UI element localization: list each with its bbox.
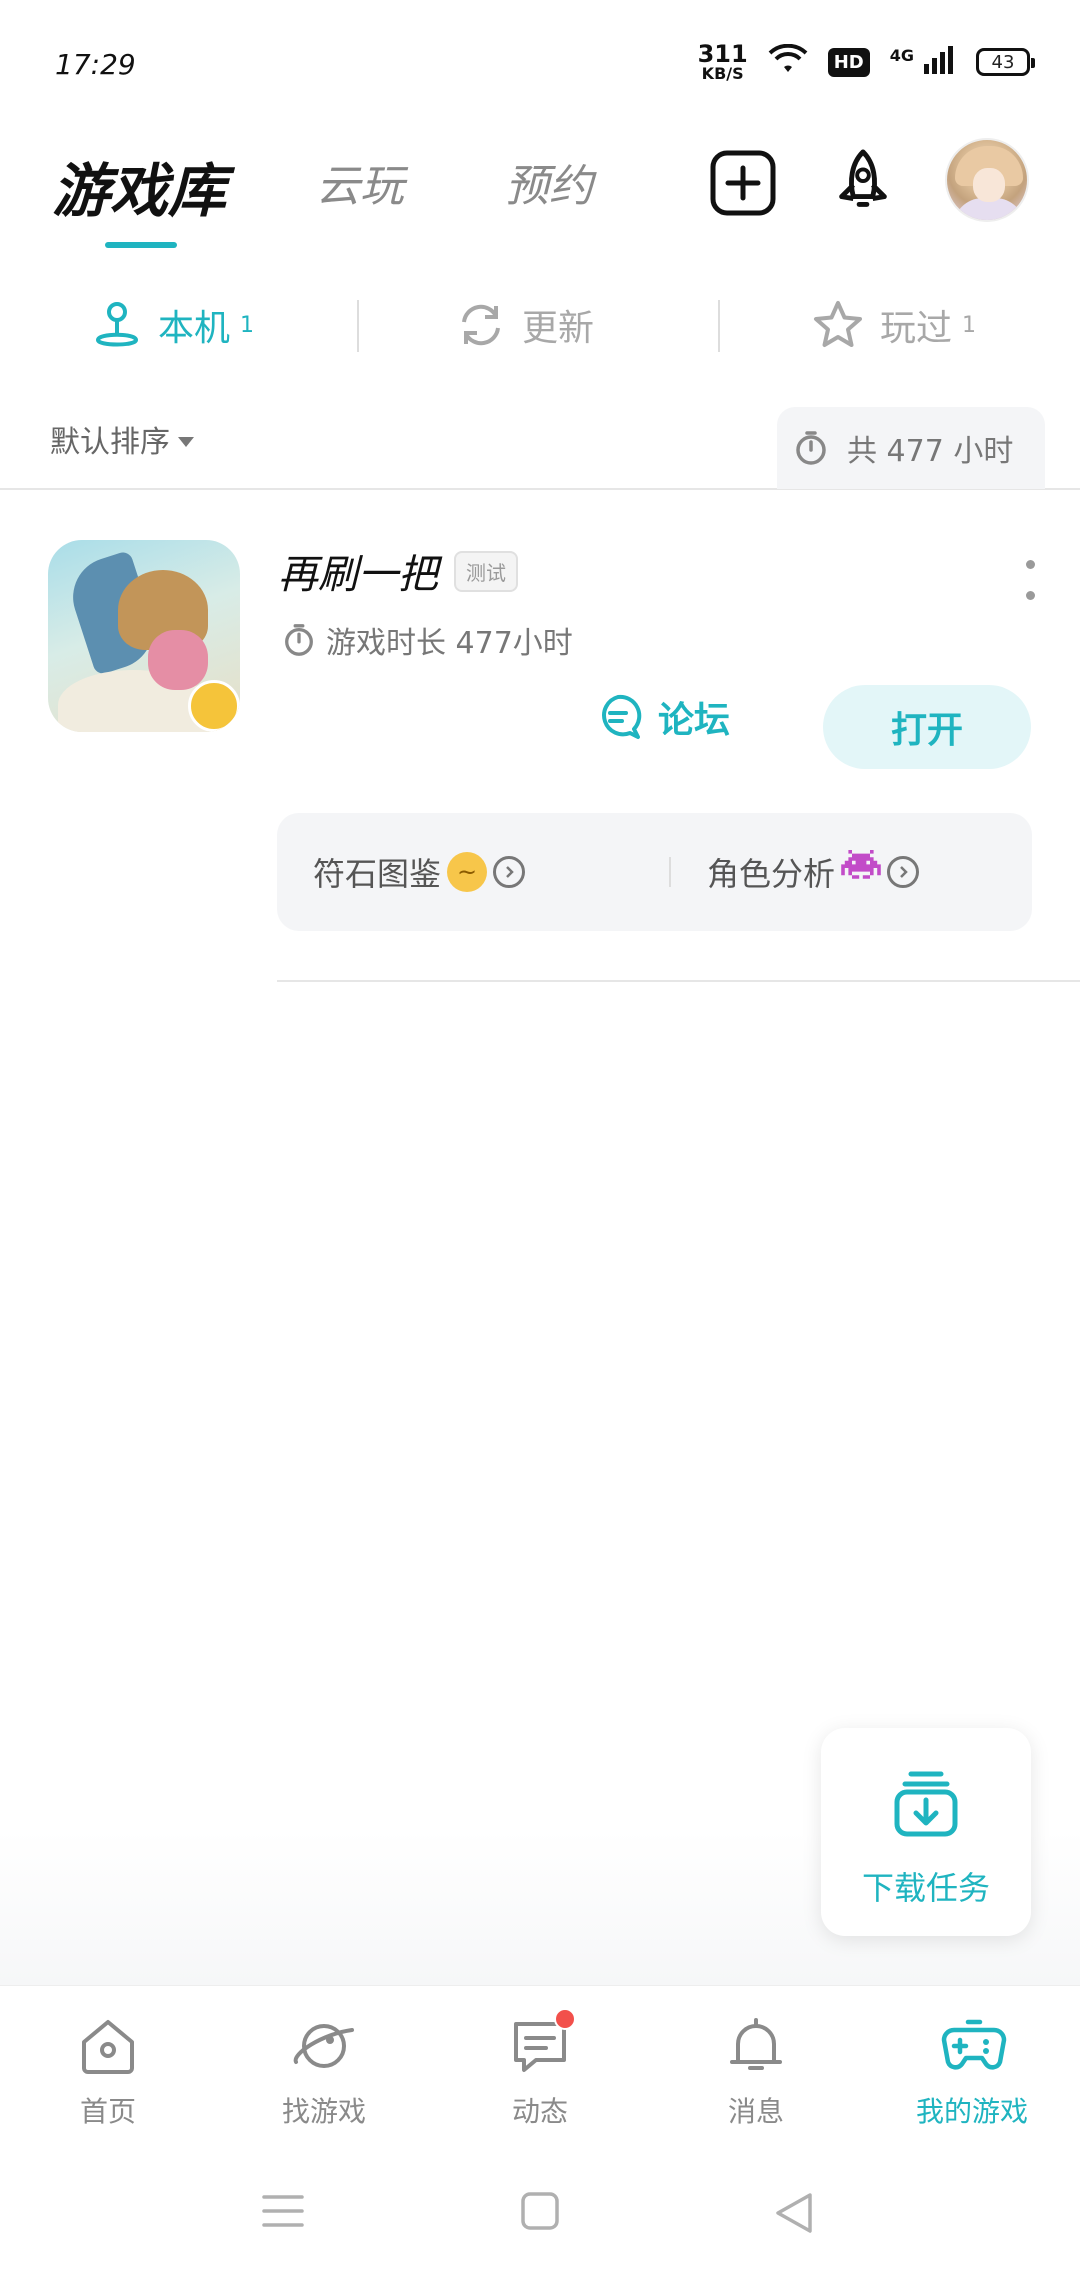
- nav-home[interactable]: 首页: [0, 2014, 216, 2134]
- sub-tab-played-label: 玩过: [880, 308, 953, 349]
- chevron-right-circle-icon: [493, 856, 526, 888]
- sort-label: 默认排序: [50, 425, 170, 460]
- download-tasks-button[interactable]: 下载任务: [821, 1728, 1031, 1936]
- stopwatch-icon: [796, 431, 826, 465]
- dot-icon: [1025, 591, 1035, 600]
- caret-down-icon: [178, 437, 194, 447]
- open-game-button[interactable]: 打开: [823, 685, 1031, 769]
- sub-tab-update[interactable]: 更新: [456, 290, 594, 360]
- planet-icon: [292, 2014, 356, 2078]
- game-play-time: 游戏时长 477小时: [282, 618, 573, 662]
- hd-badge: HD: [827, 47, 870, 77]
- battery-level: 43: [991, 51, 1015, 73]
- speed-up-button[interactable]: [828, 148, 898, 218]
- shortcut-divider: [669, 857, 671, 887]
- wifi-icon: [768, 43, 808, 80]
- space-invader-icon: [841, 850, 881, 894]
- sub-tab-played[interactable]: 玩过 1: [812, 290, 976, 360]
- joystick-icon: [95, 302, 139, 347]
- tab-game-library[interactable]: 游戏库: [52, 144, 226, 228]
- back-triangle-icon: [776, 2193, 812, 2233]
- game-shortcuts: 符石图鉴 ~ 角色分析: [277, 813, 1032, 931]
- game-play-time-text: 游戏时长 477小时: [326, 626, 573, 661]
- total-play-time-text: 共 477 小时: [847, 434, 1014, 469]
- smirk-emoji-icon: ~: [447, 852, 488, 892]
- tab-reserve[interactable]: 预约: [505, 150, 593, 214]
- notification-dot: [554, 2008, 576, 2030]
- chevron-right-circle-icon: [887, 856, 920, 888]
- active-tab-indicator: [105, 242, 177, 248]
- battery-indicator: 43: [976, 48, 1035, 76]
- bottom-nav: 首页 找游戏 动态 消息 我的游戏: [0, 1985, 1080, 2155]
- tab-cloud-play[interactable]: 云玩: [316, 150, 404, 214]
- nav-find-games-label: 找游戏: [281, 2095, 366, 2128]
- sub-tab-local-count: 1: [240, 312, 255, 338]
- game-icon[interactable]: [48, 540, 240, 732]
- sort-dropdown[interactable]: 默认排序: [50, 417, 194, 461]
- shortcut-role-analysis-label: 角色分析: [707, 855, 836, 893]
- star-icon: [814, 301, 862, 347]
- dot-icon: [1025, 560, 1035, 569]
- network-type: 4G: [889, 45, 914, 65]
- refresh-icon: [462, 304, 500, 346]
- card-divider: [277, 980, 1080, 982]
- game-title: 再刷一把: [278, 552, 438, 598]
- network-speed: 311 KB/S: [698, 42, 748, 82]
- nav-home-label: 首页: [79, 2095, 136, 2128]
- download-tasks-label: 下载任务: [861, 1869, 990, 1907]
- status-time: 17:29: [55, 48, 136, 81]
- sub-tab-divider: [357, 300, 359, 352]
- status-bar: 17:29 311 KB/S HD 4G 43: [0, 0, 1080, 120]
- back-button[interactable]: [774, 2191, 814, 2239]
- nav-feed[interactable]: 动态: [432, 2008, 648, 2134]
- forum-label: 论坛: [658, 700, 731, 741]
- library-sub-tabs: 本机 1 更新 玩过 1: [0, 290, 1080, 360]
- sub-tab-update-label: 更新: [522, 308, 595, 349]
- network-speed-value: 311: [697, 40, 748, 68]
- sort-row: 默认排序 共 477 小时: [0, 405, 1080, 490]
- nav-my-games-label: 我的游戏: [915, 2095, 1028, 2128]
- bell-icon: [724, 2014, 788, 2078]
- game-card[interactable]: 再刷一把 测试 游戏时长 477小时 论坛 打开 符石图鉴 ~ 角色分析: [0, 530, 1080, 980]
- shortcut-rune-guide-label: 符石图鉴: [313, 855, 442, 893]
- total-play-time: 共 477 小时: [777, 407, 1045, 489]
- sub-tab-local[interactable]: 本机 1: [92, 290, 254, 360]
- top-nav: 游戏库 云玩 预约: [0, 130, 1080, 260]
- signal-icon: [922, 44, 956, 80]
- recent-apps-button[interactable]: [262, 2191, 304, 2235]
- rocket-icon: [839, 149, 887, 207]
- plus-square-icon: [710, 150, 776, 216]
- nav-messages[interactable]: 消息: [648, 2014, 864, 2134]
- forum-button[interactable]: 论坛: [594, 682, 730, 752]
- status-icons: 311 KB/S HD 4G 43: [698, 42, 1035, 82]
- game-title-row: 再刷一把 测试: [278, 542, 518, 600]
- forum-chat-icon: [602, 694, 642, 739]
- more-options-button[interactable]: [1024, 560, 1036, 600]
- square-icon: [521, 2192, 559, 2230]
- shortcut-role-analysis[interactable]: 角色分析: [707, 843, 920, 901]
- gamepad-icon: [940, 2014, 1007, 2078]
- download-tray-icon: [894, 1771, 958, 1837]
- stopwatch-icon: [285, 624, 313, 656]
- sub-tab-played-count: 1: [962, 312, 977, 338]
- nav-messages-label: 消息: [727, 2095, 784, 2128]
- menu-icon: [262, 2195, 304, 2227]
- test-badge: 测试: [454, 550, 518, 592]
- sub-tab-local-label: 本机: [158, 308, 231, 349]
- home-button[interactable]: [520, 2191, 560, 2235]
- nav-feed-label: 动态: [511, 2095, 568, 2128]
- sub-tab-divider: [718, 300, 720, 352]
- network-speed-unit: KB/S: [701, 64, 744, 83]
- home-icon: [76, 2014, 140, 2078]
- user-avatar[interactable]: [945, 138, 1029, 222]
- shortcut-rune-guide[interactable]: 符石图鉴 ~: [313, 843, 526, 901]
- chat-icon: [508, 2008, 576, 2078]
- nav-find-games[interactable]: 找游戏: [216, 2014, 432, 2134]
- add-game-button[interactable]: [708, 148, 778, 218]
- nav-my-games[interactable]: 我的游戏: [864, 2014, 1080, 2134]
- system-nav-bar: [0, 2155, 1080, 2280]
